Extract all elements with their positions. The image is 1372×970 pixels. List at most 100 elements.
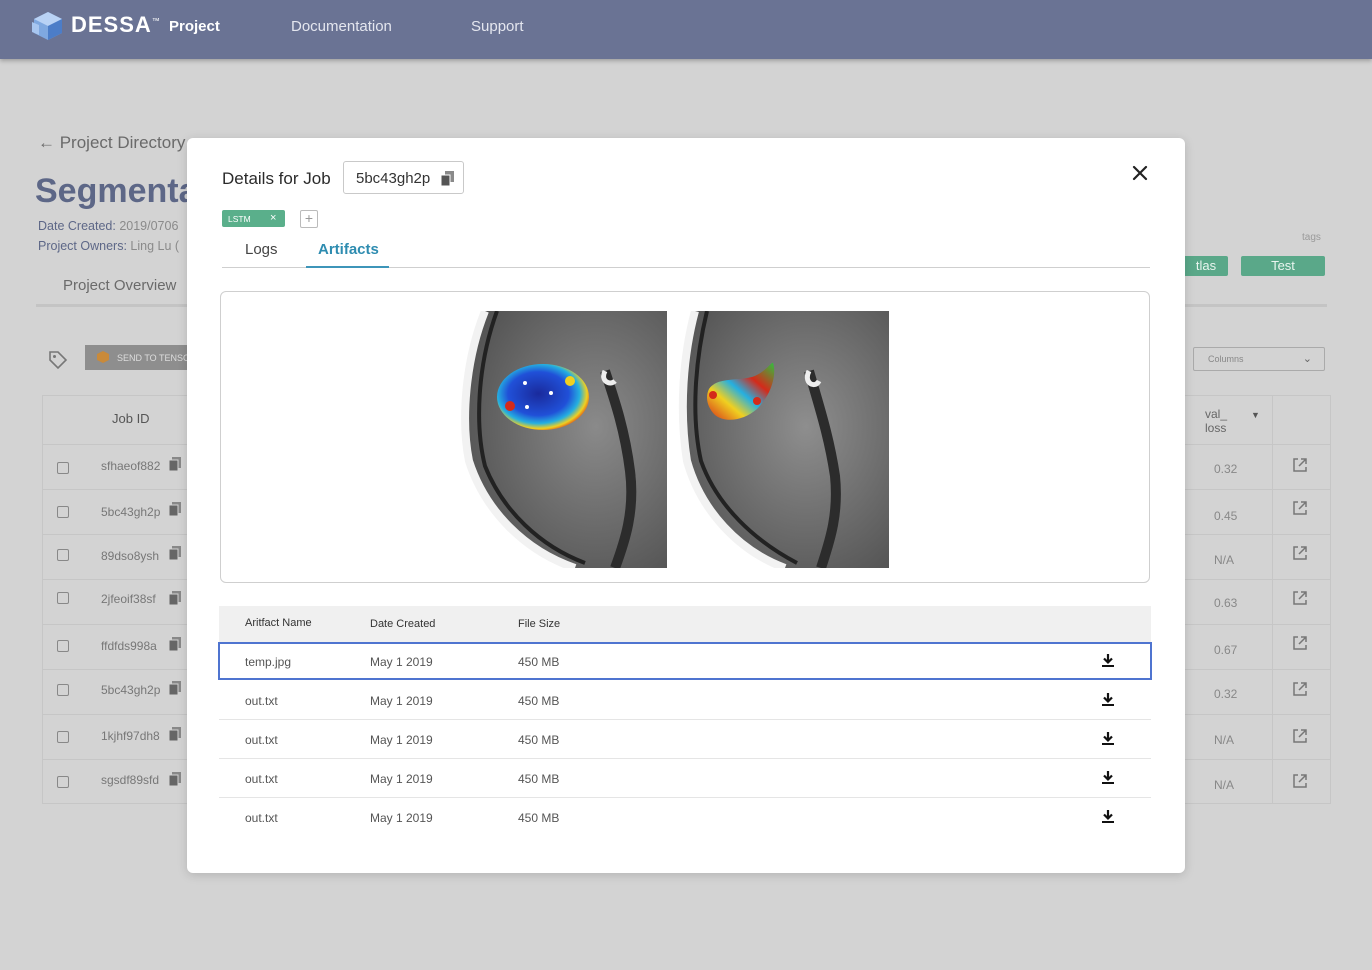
external-link-icon[interactable] — [1292, 773, 1308, 789]
job-id-field[interactable]: 5bc43gh2p — [343, 161, 464, 194]
artifact-row[interactable]: out.txt May 1 2019 450 MB — [219, 720, 1151, 759]
artifact-row[interactable]: out.txt May 1 2019 450 MB — [219, 759, 1151, 798]
nav-support[interactable]: Support — [471, 18, 524, 35]
artifact-date-cell: May 1 2019 — [370, 811, 433, 825]
external-link-icon[interactable] — [1292, 457, 1308, 473]
column-header-date-created[interactable]: Date Created — [370, 618, 435, 630]
job-id-cell: 5bc43gh2p — [101, 505, 161, 519]
row-checkbox[interactable] — [57, 684, 69, 696]
artifact-size-cell: 450 MB — [518, 733, 560, 747]
download-icon[interactable] — [1101, 731, 1115, 746]
job-tag-lstm[interactable]: LSTM × — [222, 210, 285, 227]
job-id-cell: sfhaeof882 — [101, 459, 161, 473]
add-tag-button[interactable]: + — [300, 210, 318, 228]
external-link-icon[interactable] — [1292, 635, 1308, 651]
external-link-icon[interactable] — [1292, 500, 1308, 516]
external-link-icon[interactable] — [1292, 728, 1308, 744]
row-checkbox[interactable] — [57, 731, 69, 743]
artifact-name-cell: temp.jpg — [245, 655, 292, 669]
job-id-cell: 2jfeoif38sf — [101, 592, 156, 606]
remove-tag-icon[interactable]: × — [270, 212, 276, 224]
tensorboard-icon — [97, 351, 109, 363]
close-icon[interactable] — [1129, 162, 1151, 184]
val-loss-cell: 0.45 — [1214, 509, 1238, 523]
download-icon[interactable] — [1101, 692, 1115, 707]
copy-icon[interactable] — [169, 546, 181, 560]
project-title: Segmenta — [35, 172, 198, 210]
row-checkbox[interactable] — [57, 549, 69, 561]
nav-project[interactable]: Project — [169, 18, 220, 35]
val-loss-cell: 0.32 — [1214, 687, 1238, 701]
tag-icon[interactable] — [48, 350, 68, 370]
modal-title: Details for Job — [222, 169, 331, 188]
job-id-cell: ffdfds998a — [101, 639, 157, 653]
column-header-val-loss[interactable]: val_ loss — [1205, 407, 1227, 435]
val-loss-cell: 0.32 — [1214, 462, 1238, 476]
copy-icon[interactable] — [169, 591, 181, 605]
tag-label: LSTM — [228, 214, 251, 224]
project-date-created: Date Created: 2019/0706 — [38, 219, 179, 233]
tab-artifacts[interactable]: Artifacts — [318, 241, 379, 258]
artifact-row[interactable]: out.txt May 1 2019 450 MB — [219, 681, 1151, 720]
sort-caret-icon[interactable]: ▼ — [1251, 410, 1260, 420]
column-header-job-id[interactable]: Job ID — [112, 411, 150, 426]
artifacts-table-header: Aritfact Name Date Created File Size — [219, 606, 1151, 642]
job-id-cell: 89dso8ysh — [101, 549, 160, 563]
download-icon[interactable] — [1101, 809, 1115, 824]
columns-select[interactable]: Columns ⌄ — [1193, 347, 1325, 371]
tab-logs[interactable]: Logs — [245, 241, 278, 258]
project-owners: Project Owners: Ling Lu ( — [38, 239, 180, 253]
artifact-name-cell: out.txt — [245, 733, 278, 747]
artifact-size-cell: 450 MB — [518, 694, 560, 708]
job-id-cell: 1kjhf97dh8 — [101, 729, 160, 743]
download-icon[interactable] — [1101, 770, 1115, 785]
artifact-size-cell: 450 MB — [518, 811, 560, 825]
external-link-icon[interactable] — [1292, 545, 1308, 561]
row-checkbox[interactable] — [57, 592, 69, 604]
artifact-row[interactable]: out.txt May 1 2019 450 MB — [219, 798, 1151, 837]
copy-icon[interactable] — [169, 637, 181, 651]
artifact-row[interactable]: temp.jpg May 1 2019 450 MB — [218, 642, 1152, 680]
column-header-file-size[interactable]: File Size — [518, 618, 560, 630]
copy-icon[interactable] — [441, 171, 454, 186]
column-header-artifact-name[interactable]: Aritfact Name — [245, 617, 312, 629]
artifact-name-cell: out.txt — [245, 694, 278, 708]
artifact-date-cell: May 1 2019 — [370, 694, 433, 708]
nav-documentation[interactable]: Documentation — [291, 18, 392, 35]
copy-icon[interactable] — [169, 772, 181, 786]
dessa-logo-icon[interactable] — [30, 10, 66, 42]
val-loss-cell: N/A — [1214, 733, 1235, 747]
artifact-date-cell: May 1 2019 — [370, 733, 433, 747]
artifact-date-cell: May 1 2019 — [370, 655, 433, 669]
row-checkbox[interactable] — [57, 640, 69, 652]
brand-name[interactable]: DESSA™ — [71, 12, 161, 38]
external-link-icon[interactable] — [1292, 590, 1308, 606]
external-link-icon[interactable] — [1292, 681, 1308, 697]
tags-label: tags — [1302, 232, 1321, 243]
artifacts-table: Aritfact Name Date Created File Size tem… — [218, 606, 1152, 837]
copy-icon[interactable] — [169, 457, 181, 471]
job-id-cell: 5bc43gh2p — [101, 683, 161, 697]
artifact-size-cell: 450 MB — [518, 772, 560, 786]
job-id-value: 5bc43gh2p — [356, 170, 431, 187]
copy-icon[interactable] — [169, 681, 181, 695]
artifact-name-cell: out.txt — [245, 811, 278, 825]
artifact-date-cell: May 1 2019 — [370, 772, 433, 786]
artifact-size-cell: 450 MB — [518, 655, 560, 669]
back-to-project-directory-link[interactable]: ← Project Directory — [38, 133, 185, 153]
row-checkbox[interactable] — [57, 462, 69, 474]
row-checkbox[interactable] — [57, 776, 69, 788]
project-tag[interactable]: Test — [1241, 256, 1325, 276]
val-loss-cell: 0.63 — [1214, 596, 1238, 610]
row-checkbox[interactable] — [57, 506, 69, 518]
val-loss-cell: 0.67 — [1214, 643, 1238, 657]
active-tab-indicator — [306, 266, 389, 268]
job-id-cell: sgsdf89sfd — [101, 773, 160, 787]
val-loss-cell: N/A — [1214, 553, 1235, 567]
copy-icon[interactable] — [169, 727, 181, 741]
mri-scan-image — [455, 311, 667, 568]
copy-icon[interactable] — [169, 502, 181, 516]
tab-project-overview[interactable]: Project Overview — [63, 277, 176, 294]
download-icon[interactable] — [1101, 653, 1115, 668]
mri-scan-image — [677, 311, 889, 568]
